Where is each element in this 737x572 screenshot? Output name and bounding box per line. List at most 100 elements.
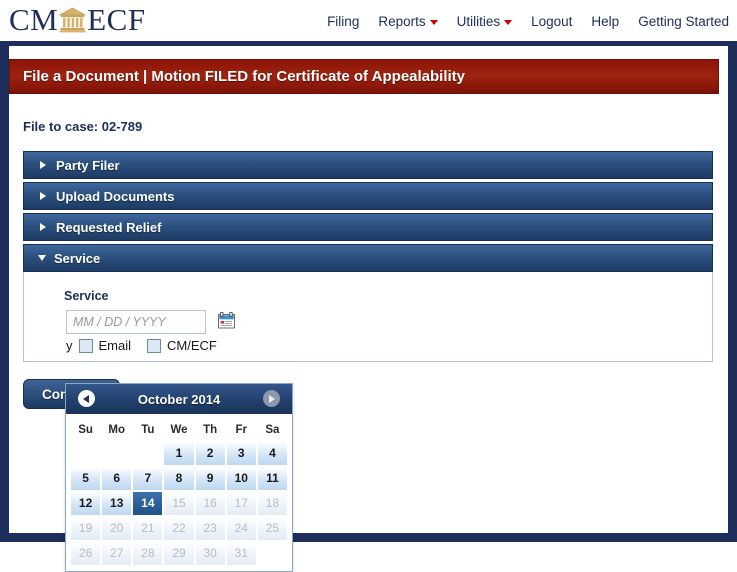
datepicker-cell: 19: [71, 517, 101, 540]
top-navigation: Filing Reports Utilities Logout Help Get…: [327, 14, 729, 29]
nav-item-getting-started[interactable]: Getting Started: [638, 14, 729, 29]
datepicker-cell: 22: [164, 517, 194, 540]
datepicker-day-25: 25: [257, 517, 287, 540]
datepicker-cell: 21: [133, 517, 163, 540]
accordion-header-service[interactable]: Service: [23, 244, 713, 272]
datepicker-cell: 18: [257, 492, 287, 515]
datepicker-day-blank: [258, 542, 287, 565]
chevron-down-icon: [38, 255, 46, 261]
datepicker-day-27: 27: [102, 542, 132, 565]
datepicker-cell: [102, 442, 131, 465]
datepicker-header: October 2014: [66, 384, 292, 414]
datepicker-day-9[interactable]: 9: [195, 467, 225, 490]
datepicker-day-20: 20: [102, 517, 132, 540]
datepicker-cell: 16: [195, 492, 225, 515]
nav-item-reports[interactable]: Reports: [378, 14, 438, 29]
weekday-su: Su: [78, 423, 93, 436]
weekday-sa: Sa: [265, 423, 280, 436]
weekday-fr: Fr: [235, 423, 248, 436]
logo-text-cm: CM: [9, 2, 59, 37]
checkbox-email[interactable]: [78, 338, 93, 353]
datepicker-day-13[interactable]: 13: [102, 492, 132, 515]
datepicker-cell: [71, 442, 100, 465]
nav-item-utilities[interactable]: Utilities: [457, 14, 513, 29]
datepicker-day-10[interactable]: 10: [226, 467, 256, 490]
datepicker-day-24: 24: [226, 517, 256, 540]
datepicker-day-14[interactable]: 14: [133, 492, 163, 515]
filing-accordion: Party Filer Upload Documents Requested R…: [23, 151, 713, 362]
datepicker-day-5[interactable]: 5: [71, 467, 101, 490]
case-reference: File to case: 02-789: [23, 119, 143, 134]
datepicker-week-row: 1234: [71, 442, 287, 465]
datepicker-day-6[interactable]: 6: [102, 467, 132, 490]
datepicker-grid: Su Mo Tu We Th Fr Sa 1 2 3 4 5 6 7 8 9 10 11 12 13 14…: [69, 417, 289, 567]
datepicker-cell: 5: [71, 467, 101, 490]
checkbox-cmecf[interactable]: [147, 338, 162, 353]
datepicker-day-7[interactable]: 7: [133, 467, 163, 490]
service-trailing-text: y: [66, 338, 73, 353]
datepicker-cell: [133, 442, 162, 465]
datepicker-day-28: 28: [133, 542, 163, 565]
datepicker-cell: 2: [195, 442, 225, 465]
datepicker-days-body: 1 2 3 4 5 6 7 8 9 10 11 12 13 14 15 16 17 18 19 20 21 22 23 24 2…: [71, 442, 287, 565]
datepicker-cell: 27: [102, 542, 132, 565]
nav-item-filing[interactable]: Filing: [327, 14, 359, 29]
datepicker-day-26: 26: [71, 542, 101, 565]
nav-label-utilities: Utilities: [456, 14, 501, 29]
nav-item-logout[interactable]: Logout: [531, 14, 572, 29]
nav-label-getting-started: Getting Started: [638, 14, 729, 29]
chevron-left-icon: [83, 394, 89, 403]
accordion-header-party-filer[interactable]: Party Filer: [23, 151, 713, 179]
cmecf-logo[interactable]: CM ECF: [9, 2, 146, 38]
accordion-label-upload-documents: Upload Documents: [56, 188, 175, 204]
nav-item-help[interactable]: Help: [591, 14, 619, 29]
weekday-tu: Tu: [141, 423, 155, 436]
datepicker-day-8[interactable]: 8: [164, 467, 194, 490]
service-heading: Service: [64, 289, 109, 303]
logo-text-ecf: ECF: [87, 2, 146, 37]
datepicker-cell: 9: [195, 467, 225, 490]
datepicker-cell: 25: [257, 517, 287, 540]
datepicker-cell: 23: [195, 517, 225, 540]
datepicker-day-29: 29: [164, 542, 194, 565]
service-method-row: y Email CM/ECF: [66, 338, 227, 353]
datepicker-cell: [258, 542, 287, 565]
chevron-right-icon: [269, 394, 275, 403]
service-date-input[interactable]: [66, 310, 206, 334]
datepicker-cell: 15: [164, 492, 194, 515]
datepicker-day-11[interactable]: 11: [257, 467, 287, 490]
datepicker-cell: 13: [102, 492, 132, 515]
next-month-button[interactable]: [263, 390, 280, 407]
datepicker-day-17: 17: [226, 492, 256, 515]
page-title: File a Document | Motion FILED for Certi…: [23, 68, 466, 85]
prev-month-button[interactable]: [78, 390, 95, 407]
datepicker-day-3[interactable]: 3: [226, 442, 256, 465]
datepicker-cell: 8: [164, 467, 194, 490]
top-bar: CM ECF Filing Reports Utilities Logout H…: [0, 0, 737, 41]
datepicker-day-19: 19: [71, 517, 101, 540]
weekday-th: Th: [203, 423, 218, 436]
datepicker-day-16: 16: [195, 492, 225, 515]
datepicker-day-blank: [102, 442, 131, 465]
datepicker-cell: 14: [133, 492, 163, 515]
datepicker-day-1[interactable]: 1: [164, 442, 194, 465]
accordion-label-requested-relief: Requested Relief: [56, 219, 162, 235]
datepicker-day-12[interactable]: 12: [71, 492, 101, 515]
datepicker-day-15: 15: [164, 492, 194, 515]
calendar-icon[interactable]: [218, 312, 235, 329]
chevron-right-icon: [40, 223, 46, 231]
page-title-bar: File a Document | Motion FILED for Certi…: [9, 59, 719, 94]
datepicker-day-23: 23: [195, 517, 225, 540]
weekday-mo: Mo: [108, 423, 126, 436]
chevron-right-icon: [40, 161, 46, 169]
accordion-header-upload-documents[interactable]: Upload Documents: [23, 182, 713, 210]
datepicker-week-row: 12 13 14 15 16 17 18: [71, 492, 287, 515]
checkbox-label-cmecf: CM/ECF: [167, 338, 217, 353]
datepicker-day-4[interactable]: 4: [257, 442, 287, 465]
datepicker-cell: 30: [195, 542, 225, 565]
accordion-header-requested-relief[interactable]: Requested Relief: [23, 213, 713, 241]
datepicker-day-2[interactable]: 2: [195, 442, 225, 465]
datepicker-day-22: 22: [164, 517, 194, 540]
datepicker-cell: 10: [226, 467, 256, 490]
datepicker-cell: 12: [71, 492, 101, 515]
